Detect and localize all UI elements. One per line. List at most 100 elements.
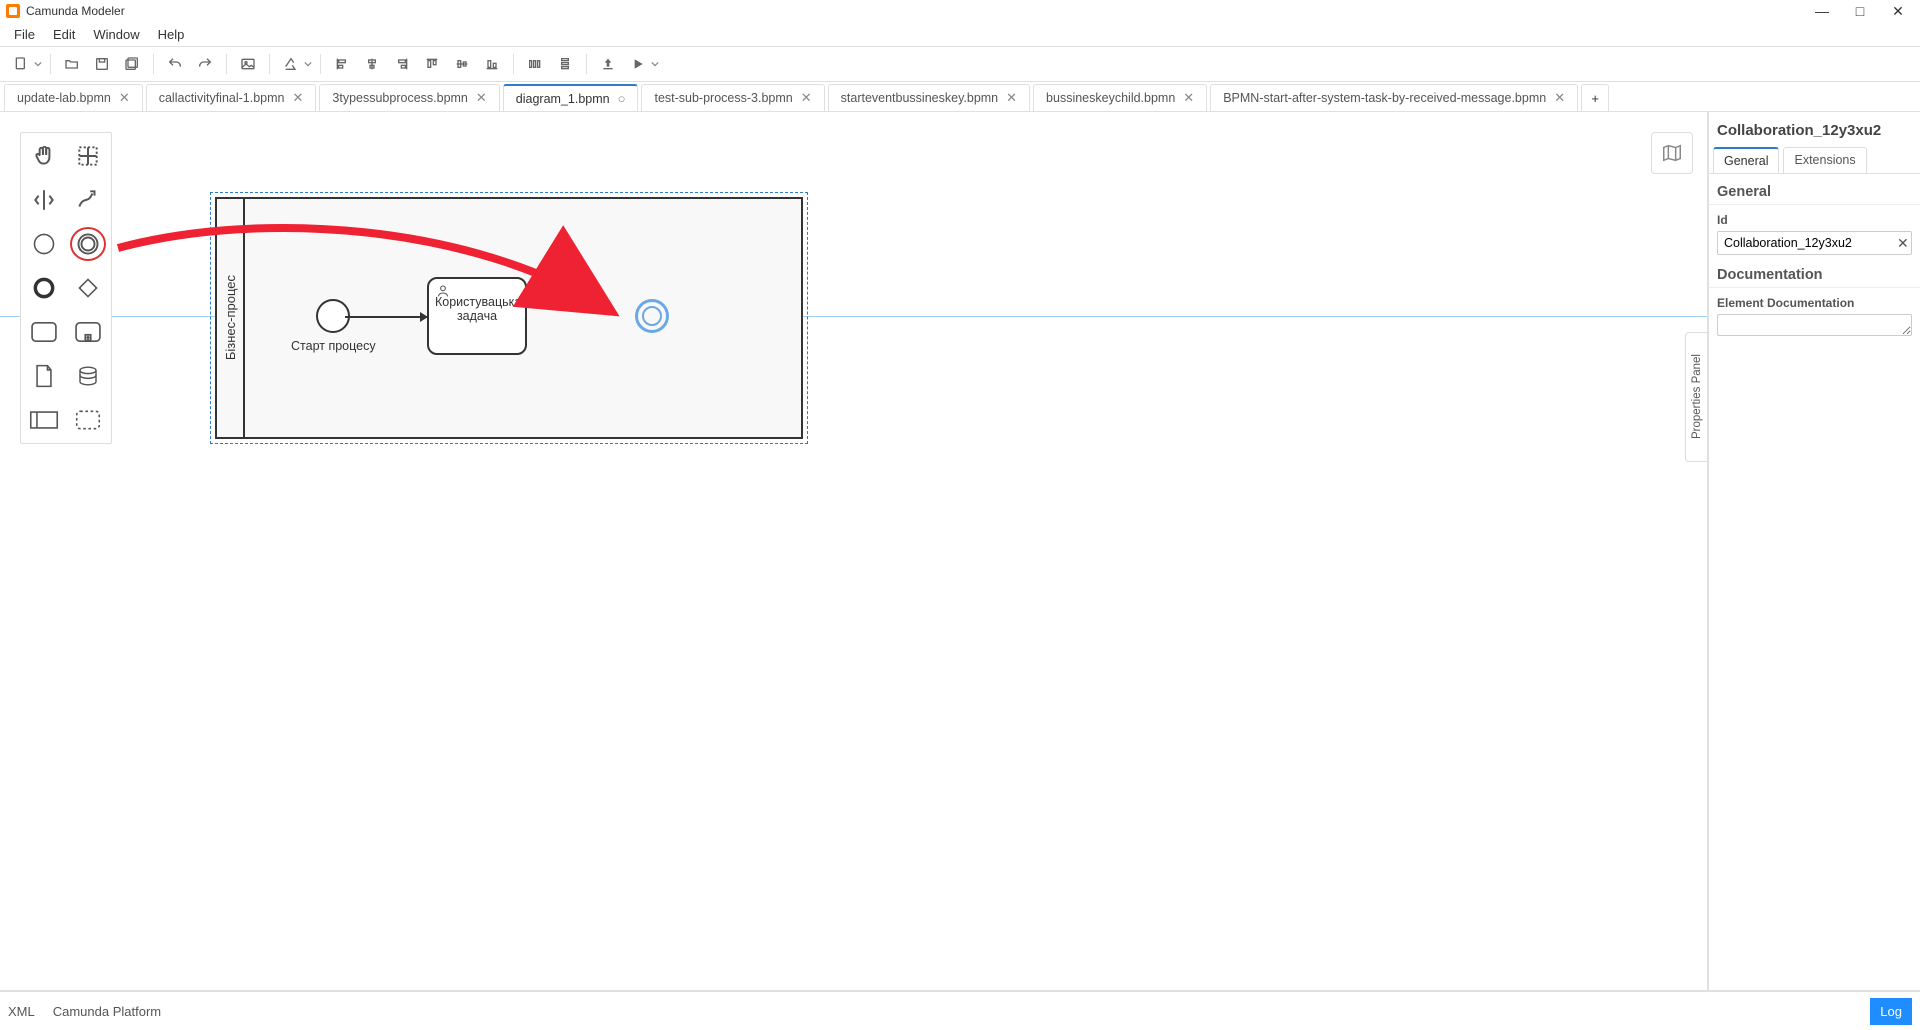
tab-4[interactable]: test-sub-process-3.bpmn ✕ xyxy=(641,84,824,111)
tab-close-icon[interactable]: ✕ xyxy=(476,90,487,106)
open-button[interactable] xyxy=(59,51,85,77)
align-bottom-button[interactable] xyxy=(479,51,505,77)
subprocess-tool[interactable] xyxy=(70,315,106,349)
properties-panel-toggle[interactable]: Properties Panel xyxy=(1685,332,1707,462)
window-minimize[interactable]: — xyxy=(1812,3,1832,19)
tab-close-icon[interactable]: ✕ xyxy=(1554,90,1565,106)
align-right-button[interactable] xyxy=(389,51,415,77)
tab-add-button[interactable]: + xyxy=(1581,84,1609,111)
tab-label: test-sub-process-3.bpmn xyxy=(654,91,792,105)
sequence-flow[interactable] xyxy=(345,316,427,318)
undo-button[interactable] xyxy=(162,51,188,77)
properties-tab-extensions[interactable]: Extensions xyxy=(1783,147,1866,173)
section-documentation: Documentation xyxy=(1709,257,1920,288)
window-maximize[interactable]: □ xyxy=(1850,3,1870,19)
tab-label: starteventbussineskey.bpmn xyxy=(841,91,999,105)
connect-tool[interactable] xyxy=(70,183,106,217)
distribute-v-button[interactable] xyxy=(552,51,578,77)
data-store-tool[interactable] xyxy=(70,359,106,393)
properties-panel-toggle-label: Properties Panel xyxy=(1691,354,1703,439)
tab-label: bussineskeychild.bpmn xyxy=(1046,91,1175,105)
toolbar xyxy=(0,46,1920,82)
canvas[interactable]: Бізнес-процес Старт процесу Користувацьк… xyxy=(0,112,1708,990)
data-object-tool[interactable] xyxy=(26,359,62,393)
lasso-tool[interactable] xyxy=(70,139,106,173)
footer: XML Camunda Platform Log xyxy=(0,991,1920,1030)
tab-1[interactable]: callactivityfinal-1.bpmn ✕ xyxy=(146,84,317,111)
log-button[interactable]: Log xyxy=(1870,998,1912,1025)
menu-help[interactable]: Help xyxy=(150,25,193,44)
start-event[interactable]: Старт процесу xyxy=(311,299,356,353)
minimap-toggle[interactable] xyxy=(1651,132,1693,174)
task-tool[interactable] xyxy=(26,315,62,349)
tab-close-icon[interactable]: ✕ xyxy=(119,90,130,106)
properties-tab-general[interactable]: General xyxy=(1713,147,1779,173)
start-event-tool[interactable] xyxy=(26,227,62,261)
group-tool[interactable] xyxy=(70,403,106,437)
app-icon xyxy=(6,4,20,18)
titlebar: Camunda Modeler — □ ✕ xyxy=(0,0,1920,22)
menu-file[interactable]: File xyxy=(6,25,43,44)
tab-5[interactable]: starteventbussineskey.bpmn ✕ xyxy=(828,84,1030,111)
tab-dirty-icon[interactable]: ○ xyxy=(618,91,626,106)
tab-3[interactable]: diagram_1.bpmn○ xyxy=(503,84,639,111)
footer-platform-tab[interactable]: Camunda Platform xyxy=(53,1004,161,1019)
menubar: File Edit Window Help xyxy=(0,22,1920,46)
color-button[interactable] xyxy=(278,51,304,77)
run-dropdown[interactable] xyxy=(651,51,659,77)
tab-close-icon[interactable]: ✕ xyxy=(292,90,303,106)
run-button[interactable] xyxy=(625,51,651,77)
new-file-dropdown[interactable] xyxy=(34,51,42,77)
new-file-button[interactable] xyxy=(8,51,34,77)
pool-selection[interactable]: Бізнес-процес Старт процесу Користувацьк… xyxy=(210,192,808,444)
intermediate-event-ghost[interactable] xyxy=(635,299,669,333)
footer-xml-tab[interactable]: XML xyxy=(8,1004,35,1019)
color-dropdown[interactable] xyxy=(304,51,312,77)
pool-label-text: Бізнес-процес xyxy=(223,275,238,360)
gateway-tool[interactable] xyxy=(70,271,106,305)
section-general: General xyxy=(1709,174,1920,205)
menu-window[interactable]: Window xyxy=(85,25,147,44)
window-close[interactable]: ✕ xyxy=(1888,3,1908,19)
align-center-button[interactable] xyxy=(359,51,385,77)
properties-panel: Collaboration_12y3xu2 General Extensions… xyxy=(1708,112,1920,990)
start-event-label: Старт процесу xyxy=(291,339,376,353)
app-title: Camunda Modeler xyxy=(26,4,125,18)
space-tool[interactable] xyxy=(26,183,62,217)
doc-textarea[interactable] xyxy=(1717,314,1912,336)
tab-7[interactable]: BPMN-start-after-system-task-by-received… xyxy=(1210,84,1578,111)
hand-tool[interactable] xyxy=(26,139,62,173)
image-button[interactable] xyxy=(235,51,261,77)
user-icon xyxy=(435,283,451,302)
menu-edit[interactable]: Edit xyxy=(45,25,83,44)
tab-close-icon[interactable]: ✕ xyxy=(1006,90,1017,106)
redo-button[interactable] xyxy=(192,51,218,77)
pool-label[interactable]: Бізнес-процес xyxy=(217,199,245,437)
distribute-h-button[interactable] xyxy=(522,51,548,77)
tab-6[interactable]: bussineskeychild.bpmn ✕ xyxy=(1033,84,1207,111)
end-event-tool[interactable] xyxy=(26,271,62,305)
id-label: Id xyxy=(1709,205,1920,229)
align-left-button[interactable] xyxy=(329,51,355,77)
tab-label: update-lab.bpmn xyxy=(17,91,111,105)
user-task[interactable]: Користувацька задача xyxy=(427,277,527,355)
align-middle-button[interactable] xyxy=(449,51,475,77)
properties-title: Collaboration_12y3xu2 xyxy=(1709,112,1920,147)
tab-label: BPMN-start-after-system-task-by-received… xyxy=(1223,91,1546,105)
save-button[interactable] xyxy=(89,51,115,77)
tab-0[interactable]: update-lab.bpmn ✕ xyxy=(4,84,143,111)
tab-2[interactable]: 3typessubprocess.bpmn✕ xyxy=(319,84,499,111)
id-clear-button[interactable]: ✕ xyxy=(1891,235,1915,252)
intermediate-event-tool[interactable] xyxy=(70,227,106,261)
tabbar: update-lab.bpmn✕callactivityfinal-1.bpmn… xyxy=(0,82,1920,112)
deploy-button[interactable] xyxy=(595,51,621,77)
tab-label: callactivityfinal-1.bpmn xyxy=(159,91,285,105)
pool[interactable]: Бізнес-процес Старт процесу Користувацьк… xyxy=(215,197,803,439)
tab-close-icon[interactable]: ✕ xyxy=(1183,90,1194,106)
pool-tool[interactable] xyxy=(26,403,62,437)
align-top-button[interactable] xyxy=(419,51,445,77)
tab-close-icon[interactable]: ✕ xyxy=(801,90,812,106)
doc-label: Element Documentation xyxy=(1709,288,1920,312)
id-field[interactable] xyxy=(1718,232,1891,254)
save-all-button[interactable] xyxy=(119,51,145,77)
